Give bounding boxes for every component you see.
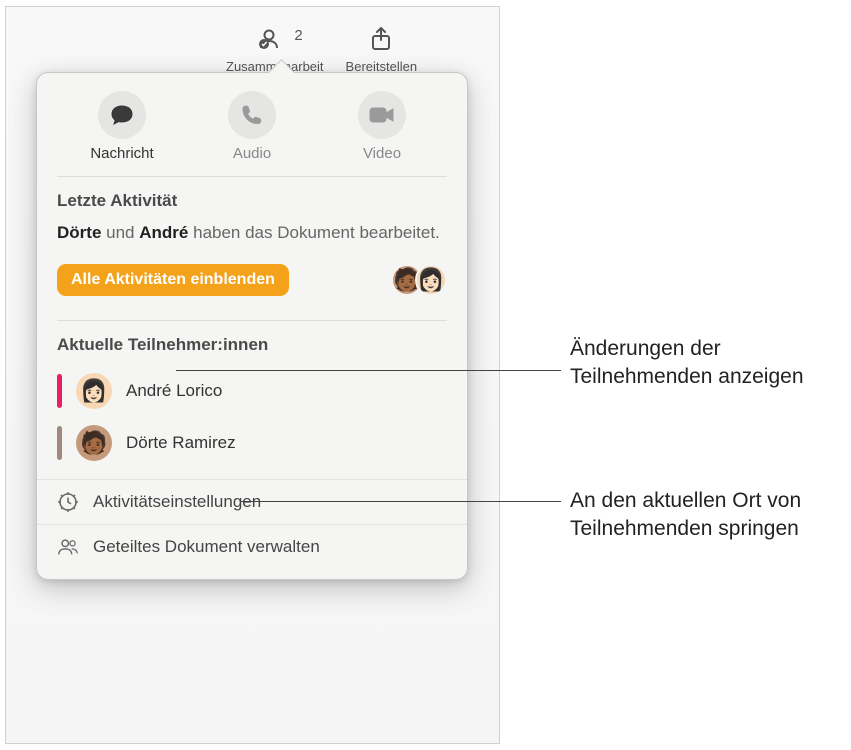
callout-jump: An den aktuellen Ort von Teilnehmenden s… [570, 487, 830, 544]
phone-icon [240, 103, 264, 127]
manage-shared-label: Geteiltes Dokument verwalten [93, 537, 320, 557]
message-icon [109, 103, 135, 127]
activity-settings-label: Aktivitätseinstellungen [93, 492, 261, 512]
recent-activity-section: Letzte Aktivität Dörte und André haben d… [37, 177, 467, 306]
collaboration-icon [258, 26, 292, 52]
activity-suffix: haben das Dokument bearbeitet. [193, 223, 440, 242]
gear-clock-icon [57, 491, 79, 513]
cursor-indicator [57, 426, 62, 460]
participant-name: André Lorico [126, 381, 222, 401]
callout-line [176, 370, 561, 371]
share-icon [370, 26, 392, 52]
communication-tabs: Nachricht Audio Video [57, 91, 447, 177]
participants-section: Aktuelle Teilnehmer:innen 👩🏻 André Loric… [37, 321, 467, 479]
participant-row[interactable]: 🧑🏾 Dörte Ramirez [57, 417, 447, 469]
video-tab[interactable]: Video [317, 91, 447, 162]
callout-line [240, 501, 561, 502]
participant-name: Dörte Ramirez [126, 433, 236, 453]
activity-name-2: André [139, 223, 188, 242]
activity-and: und [106, 223, 134, 242]
audio-tab[interactable]: Audio [187, 91, 317, 162]
avatar: 👩🏻 [76, 373, 112, 409]
avatar: 👩🏻 [415, 264, 447, 296]
message-tab[interactable]: Nachricht [57, 91, 187, 162]
cursor-indicator [57, 374, 62, 408]
activity-avatar-stack[interactable]: 🧑🏾 👩🏻 [391, 264, 447, 296]
activity-name-1: Dörte [57, 223, 101, 242]
recent-activity-heading: Letzte Aktivität [57, 191, 447, 211]
people-icon [57, 537, 79, 557]
participant-row[interactable]: 👩🏻 André Lorico [57, 365, 447, 417]
collaboration-popover: Nachricht Audio Video Letzte Aktivität D… [36, 72, 468, 580]
avatar: 🧑🏾 [76, 425, 112, 461]
video-icon [368, 105, 396, 125]
show-all-activity-button[interactable]: Alle Aktivitäten einblenden [57, 264, 289, 296]
message-label: Nachricht [90, 145, 153, 162]
callout-changes: Änderungen der Teilnehmenden anzeigen [570, 335, 830, 392]
participants-heading: Aktuelle Teilnehmer:innen [57, 335, 447, 355]
video-label: Video [363, 145, 401, 162]
manage-shared-button[interactable]: Geteiltes Dokument verwalten [37, 524, 467, 569]
recent-activity-text: Dörte und André haben das Dokument bearb… [57, 221, 447, 246]
collaboration-count: 2 [294, 27, 302, 44]
audio-label: Audio [233, 145, 271, 162]
